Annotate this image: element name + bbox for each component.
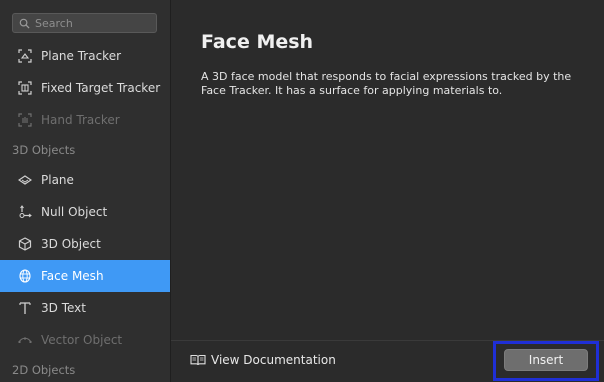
view-documentation-link[interactable]: View Documentation bbox=[190, 353, 336, 367]
sidebar-item-hand-tracker[interactable]: Hand Tracker bbox=[0, 104, 170, 136]
sidebar-item-3d-object[interactable]: 3D Object bbox=[0, 228, 170, 260]
sidebar-item-plane-tracker[interactable]: Plane Tracker bbox=[0, 40, 170, 72]
search-box[interactable] bbox=[12, 13, 157, 33]
search-input[interactable] bbox=[35, 16, 150, 30]
sidebar-item-label: 3D Object bbox=[41, 237, 101, 251]
page-title: Face Mesh bbox=[201, 31, 314, 53]
description-text: A 3D face model that responds to facial … bbox=[201, 70, 572, 97]
section-header-2d-objects: 2D Objects bbox=[12, 363, 76, 377]
cube-icon bbox=[18, 237, 32, 251]
sidebar-item-fixed-target-tracker[interactable]: Fixed Target Tracker bbox=[0, 72, 170, 104]
sidebar-item-label: Plane bbox=[41, 173, 74, 187]
view-documentation-label: View Documentation bbox=[211, 353, 336, 367]
plane-tracker-icon bbox=[18, 49, 32, 63]
sidebar-item-null-object[interactable]: Null Object bbox=[0, 196, 170, 228]
search-icon bbox=[19, 18, 30, 29]
detail-panel: Face Mesh A 3D face model that responds … bbox=[171, 0, 604, 340]
sidebar-item-label: Plane Tracker bbox=[41, 49, 122, 63]
sidebar-item-plane[interactable]: Plane bbox=[0, 164, 170, 196]
fixed-target-tracker-icon bbox=[18, 81, 32, 95]
sidebar-item-label: Fixed Target Tracker bbox=[41, 81, 161, 95]
hand-tracker-icon bbox=[18, 113, 32, 127]
sidebar-item-face-mesh[interactable]: Face Mesh bbox=[0, 260, 170, 292]
insert-button[interactable]: Insert bbox=[504, 349, 588, 371]
sidebar: Plane Tracker Fixed Target Tracker Hand … bbox=[0, 0, 171, 382]
sidebar-item-label: Vector Object bbox=[41, 333, 123, 347]
section-header-3d-objects: 3D Objects bbox=[12, 143, 76, 157]
sidebar-item-label: 3D Text bbox=[41, 301, 86, 315]
face-mesh-icon bbox=[18, 269, 32, 283]
sidebar-item-vector-object[interactable]: Vector Object bbox=[0, 324, 170, 356]
sidebar-item-label: Face Mesh bbox=[41, 269, 104, 283]
plane-icon bbox=[18, 173, 32, 187]
book-icon bbox=[190, 354, 206, 366]
footer-bar: View Documentation Insert bbox=[171, 340, 604, 382]
sidebar-item-label: Hand Tracker bbox=[41, 113, 120, 127]
sidebar-item-label: Null Object bbox=[41, 205, 108, 219]
text-icon bbox=[18, 301, 32, 315]
vector-object-icon bbox=[18, 333, 32, 347]
sidebar-item-3d-text[interactable]: 3D Text bbox=[0, 292, 170, 324]
null-object-icon bbox=[18, 205, 32, 219]
